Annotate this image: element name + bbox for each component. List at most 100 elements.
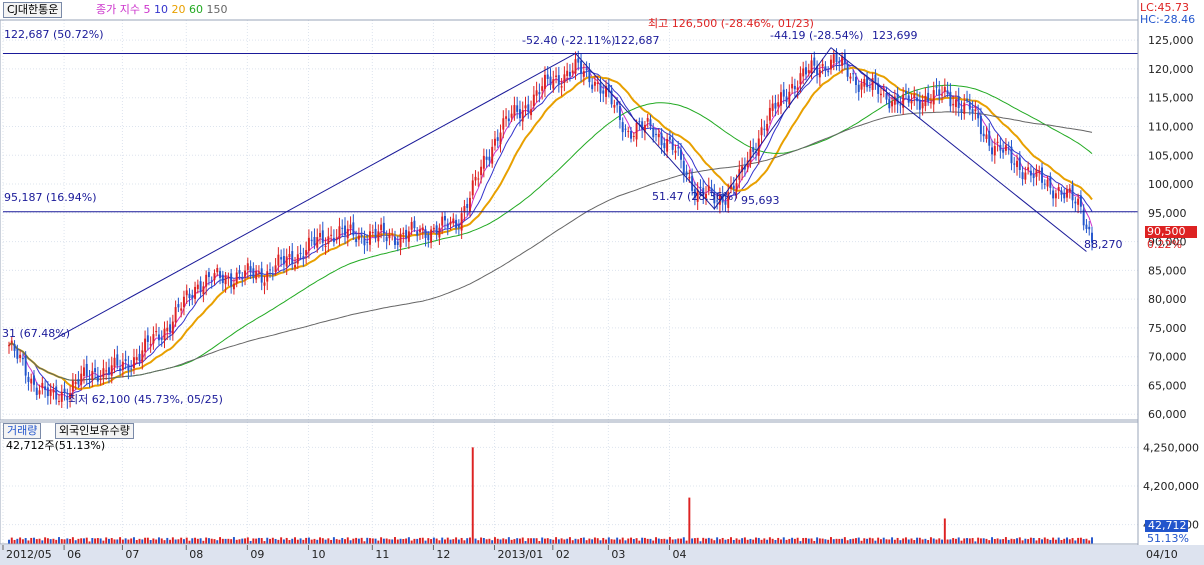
annotation-last-low: 88,270 bbox=[1084, 238, 1123, 251]
candle-body bbox=[574, 59, 577, 74]
candle-body bbox=[821, 63, 824, 67]
candle-body bbox=[624, 128, 627, 130]
candle-body bbox=[527, 104, 530, 113]
volume-bar bbox=[49, 539, 52, 544]
volume-bar bbox=[280, 537, 283, 544]
volume-bar bbox=[641, 537, 644, 544]
candle-body bbox=[166, 327, 169, 332]
candle-body bbox=[58, 400, 60, 402]
candle-body bbox=[132, 357, 135, 369]
volume-bar bbox=[1071, 538, 1074, 544]
ma-20-line bbox=[8, 66, 1093, 391]
candle-body bbox=[768, 107, 771, 121]
candle-body bbox=[282, 256, 285, 265]
candle-body bbox=[524, 105, 527, 109]
candle-body bbox=[302, 256, 305, 259]
volume-bar bbox=[846, 540, 849, 544]
volume-bar bbox=[952, 538, 955, 544]
candle-body bbox=[913, 94, 916, 99]
volume-bar bbox=[1066, 537, 1068, 544]
volume-bar bbox=[432, 537, 435, 544]
volume-bar bbox=[341, 537, 344, 544]
candle-body bbox=[280, 257, 283, 260]
candle-body bbox=[252, 268, 255, 278]
candle-body bbox=[932, 90, 935, 105]
volume-bar bbox=[954, 538, 957, 544]
volume-bar bbox=[277, 539, 280, 544]
stock-selector-button[interactable]: CJ대한통운 bbox=[3, 2, 63, 18]
candle-body bbox=[646, 118, 649, 122]
candle-body bbox=[99, 378, 102, 380]
volume-bar bbox=[655, 537, 657, 544]
volume-bar bbox=[1041, 539, 1043, 544]
volume-bar bbox=[963, 538, 966, 544]
candle-body bbox=[241, 277, 244, 279]
candle-body bbox=[924, 95, 927, 107]
candle-body bbox=[402, 232, 405, 235]
date-tick-label: 2013/01 bbox=[498, 548, 544, 561]
candle-body bbox=[299, 252, 302, 254]
candle-body bbox=[207, 272, 210, 278]
candle-body bbox=[24, 355, 27, 376]
date-tick-label: 08 bbox=[189, 548, 203, 561]
volume-bar bbox=[219, 537, 222, 544]
volume-bar bbox=[310, 539, 313, 544]
candle-body bbox=[474, 176, 477, 181]
volume-bar bbox=[144, 537, 147, 544]
volume-bar bbox=[596, 538, 599, 544]
hline-upper-label: 122,687 (50.72%) bbox=[4, 28, 104, 41]
candle-body bbox=[1063, 192, 1066, 199]
volume-bar bbox=[316, 539, 319, 544]
candle-body bbox=[1007, 148, 1010, 150]
volume-bar bbox=[102, 540, 105, 544]
ma-legend[interactable]: 종가 지수 5 10 20 60 150 bbox=[96, 2, 227, 17]
volume-bar bbox=[1057, 537, 1060, 544]
volume-bar bbox=[30, 537, 33, 544]
volume-bar bbox=[510, 539, 513, 544]
candle-body bbox=[419, 229, 421, 233]
candle-body bbox=[552, 79, 555, 89]
volume-bar bbox=[1068, 539, 1071, 544]
candle-body bbox=[138, 353, 141, 361]
candle-body bbox=[543, 74, 546, 89]
candle-body bbox=[941, 94, 944, 96]
volume-bar bbox=[988, 540, 991, 544]
volume-bar bbox=[549, 539, 552, 544]
volume-bar bbox=[627, 538, 630, 544]
candle-body bbox=[996, 141, 999, 143]
ma-legend-20: 20 bbox=[171, 3, 186, 16]
candle-body bbox=[194, 286, 197, 299]
volume-bar bbox=[718, 539, 721, 544]
candle-body bbox=[1013, 163, 1016, 165]
volume-current-badge: 42,712 bbox=[1145, 520, 1188, 532]
volume-bar bbox=[546, 538, 549, 544]
candle-body bbox=[1010, 146, 1013, 164]
volume-bar bbox=[557, 539, 560, 544]
candle-body bbox=[219, 271, 222, 278]
candle-body bbox=[71, 380, 74, 392]
volume-bar bbox=[780, 539, 782, 544]
volume-bar bbox=[169, 539, 172, 544]
candle-body bbox=[235, 272, 238, 284]
volume-bar bbox=[8, 539, 10, 544]
volume-bar bbox=[904, 537, 907, 544]
candle-body bbox=[560, 86, 563, 88]
candle-body bbox=[213, 273, 216, 280]
volume-bar bbox=[671, 539, 674, 544]
volume-bar bbox=[21, 539, 24, 544]
candle-body bbox=[929, 102, 932, 104]
axes: 60,00065,00070,00075,00080,00085,00090,0… bbox=[0, 0, 1204, 565]
volume-bar bbox=[135, 540, 138, 544]
volume-bar bbox=[1029, 537, 1032, 544]
candle-body bbox=[152, 334, 155, 344]
candle-body bbox=[480, 166, 483, 176]
candle-body bbox=[627, 130, 630, 132]
date-tick-label: 12 bbox=[436, 548, 450, 561]
volume-bar bbox=[602, 537, 605, 544]
candle-body bbox=[394, 236, 396, 245]
volume-bar bbox=[449, 539, 452, 544]
candle-body bbox=[580, 60, 583, 74]
candle-body bbox=[477, 178, 480, 180]
candle-body bbox=[921, 102, 924, 109]
candle-body bbox=[405, 229, 408, 239]
